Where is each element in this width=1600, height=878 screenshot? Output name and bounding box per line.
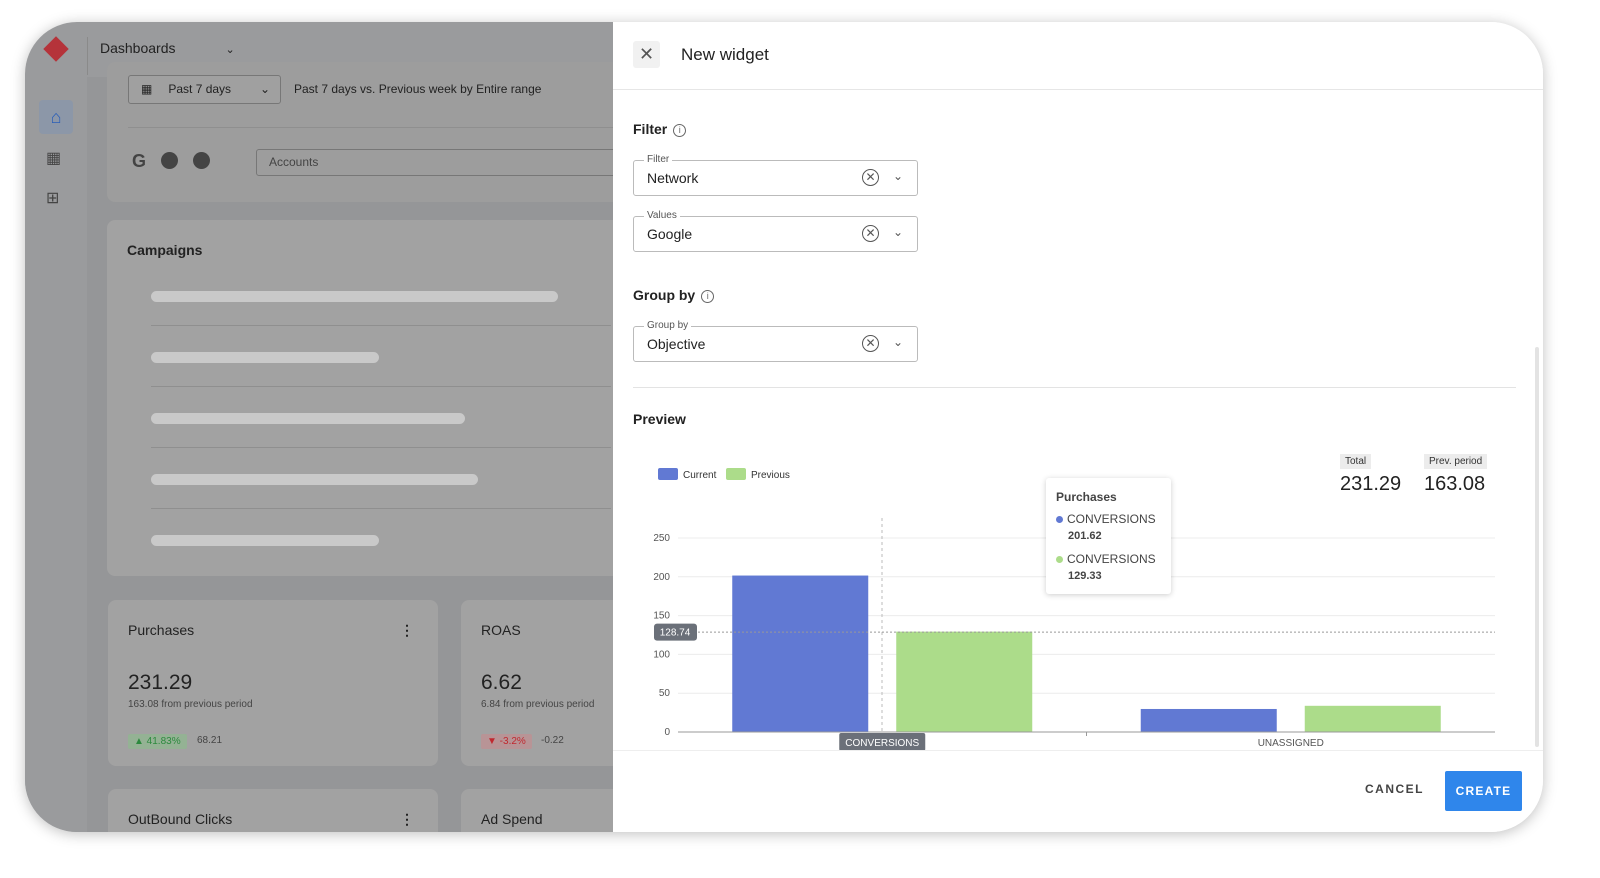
- logo-icon: [43, 36, 69, 62]
- trend-badge: ▲ 41.83%: [128, 734, 187, 749]
- comparison-text: Past 7 days vs. Previous week by Entire …: [294, 82, 542, 96]
- chevron-down-icon: ⌄: [259, 82, 270, 96]
- sidebar-item-dashboards[interactable]: ▦: [46, 148, 61, 168]
- new-widget-panel: ✕ New widget Filter i Filter Network ✕ ⌄ Val…: [613, 22, 1543, 832]
- values-select[interactable]: Values Google ✕ ⌄: [633, 210, 918, 252]
- bar-current-unassigned[interactable]: [1140, 708, 1277, 732]
- legend-previous-swatch[interactable]: [726, 468, 746, 480]
- home-icon: ⌂: [50, 107, 62, 127]
- filter-select[interactable]: Filter Network ✕ ⌄: [633, 154, 918, 196]
- y-tick-label: 250: [653, 533, 670, 544]
- preview-heading: Preview: [633, 411, 686, 427]
- dashboard-background: Dashboards ⌄ ⌂ ▦ ⊞ ▦ Past 7 days ⌄ Past 7 d…: [25, 22, 661, 832]
- close-button[interactable]: ✕: [633, 41, 660, 68]
- y-tick-label: 0: [664, 727, 670, 738]
- google-icon[interactable]: G: [132, 151, 146, 171]
- clear-icon[interactable]: ✕: [862, 169, 879, 186]
- chevron-down-icon[interactable]: ⌄: [893, 225, 903, 239]
- dashboards-title: Dashboards: [100, 40, 176, 56]
- previous-dot-icon: [1056, 556, 1063, 563]
- chevron-down-icon[interactable]: ⌄: [893, 335, 903, 349]
- dashboard-grid-icon: ▦: [46, 150, 62, 167]
- date-range-select[interactable]: ▦ Past 7 days ⌄: [128, 75, 281, 104]
- x-tick-label: CONVERSIONS: [845, 738, 919, 749]
- sidebar-item-home[interactable]: ⌂: [39, 100, 73, 134]
- dashboards-menu[interactable]: Dashboards ⌄: [100, 40, 235, 56]
- sidebar-item-add-widget[interactable]: ⊞: [46, 188, 59, 208]
- calendar-icon: ▦: [141, 82, 153, 96]
- current-dot-icon: [1056, 516, 1063, 523]
- crosshair-value: 128.74: [660, 628, 691, 639]
- chevron-down-icon[interactable]: ⌄: [893, 169, 903, 183]
- facebook-icon[interactable]: [193, 152, 211, 169]
- group-by-select[interactable]: Group by Objective ✕ ⌄: [633, 320, 918, 362]
- chevron-down-icon: ⌄: [225, 44, 235, 56]
- legend-current-swatch[interactable]: [658, 468, 678, 480]
- more-icon[interactable]: ⋮: [400, 622, 414, 639]
- bar-previous-unassigned[interactable]: [1304, 705, 1441, 732]
- y-tick-label: 200: [653, 572, 670, 583]
- legend-current-label[interactable]: Current: [683, 470, 717, 481]
- app-window: Dashboards ⌄ ⌂ ▦ ⊞ ▦ Past 7 days ⌄ Past 7 d…: [25, 22, 1543, 832]
- chart-tooltip: Purchases CONVERSIONS 201.62 CONVERSIONS…: [1046, 478, 1171, 594]
- legend-previous-label[interactable]: Previous: [751, 470, 790, 481]
- accounts-input[interactable]: Accounts: [256, 149, 626, 176]
- y-tick-label: 100: [653, 649, 670, 660]
- trend-badge: ▼ -3.2%: [481, 734, 532, 749]
- kpi-card-purchases: Purchases ⋮ 231.29 163.08 from previous …: [108, 600, 438, 766]
- bar-previous-conversions[interactable]: [896, 631, 1033, 732]
- close-icon: ✕: [638, 44, 655, 64]
- bar-current-conversions[interactable]: [732, 575, 869, 732]
- more-icon[interactable]: ⋮: [400, 811, 414, 828]
- dialog-title: New widget: [681, 45, 769, 64]
- cancel-button[interactable]: CANCEL: [1365, 782, 1424, 796]
- kpi-card-outbound-clicks: OutBound Clicks ⋮: [108, 789, 438, 832]
- info-icon[interactable]: i: [673, 124, 687, 137]
- y-tick-label: 50: [659, 688, 671, 699]
- x-tick-label: UNASSIGNED: [1258, 738, 1324, 749]
- clear-icon[interactable]: ✕: [862, 225, 879, 242]
- info-icon[interactable]: i: [701, 290, 715, 303]
- clear-icon[interactable]: ✕: [862, 335, 879, 352]
- create-button[interactable]: CREATE: [1445, 771, 1522, 811]
- pinterest-icon[interactable]: [161, 152, 179, 169]
- add-widget-icon: ⊞: [46, 190, 60, 207]
- y-tick-label: 150: [653, 611, 670, 622]
- campaigns-card: Campaigns: [107, 220, 627, 576]
